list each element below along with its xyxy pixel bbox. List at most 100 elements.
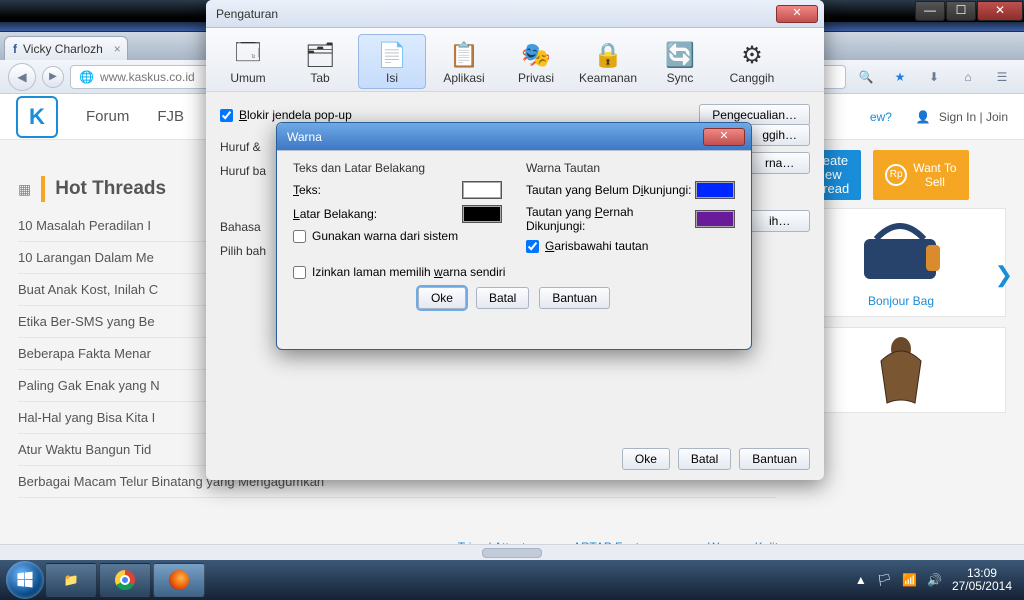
use-system-colors-checkbox[interactable] [293, 230, 306, 243]
options-dialog-close-button[interactable]: ✕ [776, 5, 818, 23]
kaskus-logo[interactable]: K [16, 96, 58, 138]
options-tab-label: Isi [359, 71, 425, 85]
product-card-2[interactable] [796, 327, 1006, 413]
start-button[interactable] [6, 561, 44, 599]
product-card[interactable]: Bonjour Bag ❯ [796, 208, 1006, 317]
unvisited-link-swatch[interactable] [695, 181, 735, 199]
carousel-next-icon[interactable]: ❯ [995, 262, 1013, 288]
nav-fjb[interactable]: FJB [157, 108, 184, 125]
taskbar-clock[interactable]: 13:09 27/05/2014 [952, 567, 1012, 593]
search-button[interactable]: 🔍 [852, 64, 880, 90]
options-tab-icon: 📄 [359, 39, 425, 71]
link-colors-heading: Warna Tautan [526, 161, 735, 175]
bookmark-star-icon[interactable]: ★ [886, 64, 914, 90]
colors-dialog-close-button[interactable]: ✕ [703, 128, 745, 146]
sign-in-label: Sign In | Join [939, 110, 1008, 124]
options-tab-icon: 🔒 [575, 39, 641, 71]
options-tab-sync[interactable]: 🔄Sync [646, 34, 714, 89]
text-bg-heading: Teks dan Latar Belakang [293, 161, 502, 175]
options-tab-icon: 🗔 [215, 39, 281, 71]
options-tab-isi[interactable]: 📄Isi [358, 34, 426, 89]
tab-close-icon[interactable]: × [114, 42, 121, 56]
want-to-sell-button[interactable]: Rp Want To Sell [873, 150, 968, 200]
options-tab-keamanan[interactable]: 🔒Keamanan [574, 34, 642, 89]
options-tab-label: Keamanan [575, 71, 641, 85]
windows-logo-icon [15, 570, 35, 590]
window-close-button[interactable]: ✕ [977, 1, 1023, 21]
browser-tab[interactable]: f Vicky Charlozh × [4, 36, 128, 60]
options-tab-privasi[interactable]: 🎭Privasi [502, 34, 570, 89]
tray-flag-icon[interactable]: 🏳 [877, 573, 892, 587]
downloads-icon[interactable]: ⬇ [920, 64, 948, 90]
globe-icon: 🌐 [79, 70, 94, 84]
facebook-icon: f [13, 42, 17, 56]
options-ok-button[interactable]: Oke [622, 448, 670, 470]
home-icon[interactable]: ⌂ [954, 64, 982, 90]
tray-network-icon[interactable]: 📶 [902, 573, 917, 587]
forward-button[interactable]: ▶ [42, 66, 64, 88]
colors-dialog-title: Warna [287, 130, 322, 144]
options-tab-label: Umum [215, 71, 281, 85]
nav-forum[interactable]: Forum [86, 108, 129, 125]
visited-link-swatch[interactable] [695, 210, 735, 228]
colors-cancel-button[interactable]: Batal [476, 287, 529, 309]
header-link-partial[interactable]: ew? [870, 110, 892, 124]
options-tab-icon: 📋 [431, 39, 497, 71]
system-tray: ▲ 🏳 📶 🔊 13:09 27/05/2014 [855, 567, 1018, 593]
sign-in-join[interactable]: 👤 Sign In | Join [906, 110, 1008, 124]
grid-icon: ▦ [18, 181, 31, 198]
options-dialog-titlebar[interactable]: Pengaturan ✕ [206, 0, 824, 28]
options-tab-icon: 🎭 [503, 39, 569, 71]
wayang-illustration [871, 331, 931, 409]
advanced-fonts-button[interactable]: ggih… [749, 124, 810, 146]
bag-illustration [846, 217, 956, 287]
want-to-sell-label: Want To Sell [913, 161, 956, 189]
horizontal-scrollbar[interactable] [0, 544, 1024, 560]
colors-dialog: Warna ✕ Teks dan Latar Belakang Teks: La… [276, 122, 752, 350]
visited-link-label: Tautan yang Pernah Dikunjungi: [526, 205, 695, 233]
taskbar-chrome[interactable] [99, 563, 151, 597]
tray-volume-icon[interactable]: 🔊 [927, 573, 942, 587]
underline-links-label: Garisbawahi tautan [545, 239, 648, 253]
options-help-button[interactable]: Bantuan [739, 448, 810, 470]
options-cancel-button[interactable]: Batal [678, 448, 731, 470]
back-button[interactable]: ◀ [8, 63, 36, 91]
options-tab-umum[interactable]: 🗔Umum [214, 34, 282, 89]
bg-color-swatch[interactable] [462, 205, 502, 223]
taskbar-firefox-active[interactable] [153, 563, 205, 597]
hot-threads-title: Hot Threads [55, 178, 166, 200]
text-color-swatch[interactable] [462, 181, 502, 199]
allow-page-colors-label: Izinkan laman memilih warna sendiri [312, 265, 505, 279]
scrollbar-thumb[interactable] [482, 548, 542, 558]
colors-button[interactable]: rna… [749, 152, 810, 174]
options-side-buttons: ggih… rna… ih… [749, 124, 810, 232]
options-dialog-title: Pengaturan [216, 7, 278, 21]
unvisited-link-label: Tautan yang Belum Dikunjungi: [526, 183, 691, 197]
options-tab-label: Tab [287, 71, 353, 85]
options-tab-canggih[interactable]: ⚙Canggih [718, 34, 786, 89]
window-minimize-button[interactable]: — [915, 1, 945, 21]
options-tabs: 🗔Umum🗂Tab📄Isi📋Aplikasi🎭Privasi🔒Keamanan🔄… [206, 28, 824, 92]
options-tab-aplikasi[interactable]: 📋Aplikasi [430, 34, 498, 89]
colors-dialog-titlebar[interactable]: Warna ✕ [277, 123, 751, 151]
choose-language-button[interactable]: ih… [749, 210, 810, 232]
product-caption: Bonjour Bag [805, 294, 997, 308]
person-icon: 👤 [916, 110, 931, 124]
options-tab-tab[interactable]: 🗂Tab [286, 34, 354, 89]
block-popups-checkbox[interactable] [220, 109, 233, 122]
menu-icon[interactable]: ☰ [988, 64, 1016, 90]
right-pane: Create New Thread Rp Want To Sell Bonjou… [796, 150, 1006, 498]
underline-links-checkbox[interactable] [526, 240, 539, 253]
use-system-colors-label: Gunakan warna dari sistem [312, 229, 458, 243]
tray-overflow-icon[interactable]: ▲ [855, 573, 867, 587]
allow-page-colors-checkbox[interactable] [293, 266, 306, 279]
options-tab-icon: ⚙ [719, 39, 785, 71]
text-color-label: Teks: [293, 183, 321, 197]
block-popups-label: Blokir jendela pop-up [239, 108, 352, 122]
colors-help-button[interactable]: Bantuan [539, 287, 610, 309]
colors-ok-button[interactable]: Oke [418, 287, 466, 309]
options-tab-label: Sync [647, 71, 713, 85]
window-maximize-button[interactable]: ☐ [946, 1, 976, 21]
url-text: www.kaskus.co.id [100, 70, 195, 84]
taskbar-explorer[interactable]: 📁 [45, 563, 97, 597]
